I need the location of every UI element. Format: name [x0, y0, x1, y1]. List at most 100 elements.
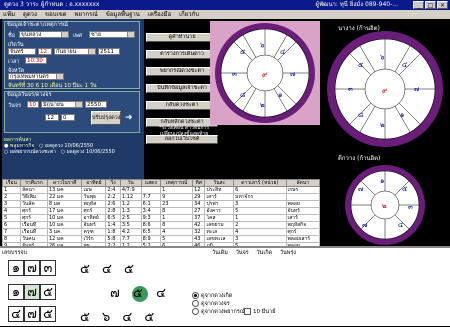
- table-cell: 12 มค: [46, 235, 83, 243]
- birth-summary: จันทร์ที่ 30 6 10 เดือน 10 ปีมะ 1 วัน: [8, 83, 97, 89]
- table-row[interactable]: 6 เรือนที่ 10 มค จันทร์ 1:4 3:5 8:6 8 42 เลขยาม 2 พ…: [1, 221, 321, 229]
- save-owner-button[interactable]: บันทึกข้อมูลเจ้าชะตา: [146, 84, 218, 93]
- close-button[interactable]: ×: [437, 1, 448, 9]
- col-header[interactable]: ดาวเสาร์ (หน่วย): [233, 179, 287, 187]
- table-row[interactable]: 7 เรือนที่ 3 มค ครุฑ 1:8 4:2 6:5 4 32 ทะเล 4 ศุกร์: [1, 228, 321, 236]
- radio-predict[interactable]: ดูจากดวงพยากรณ์: [192, 308, 245, 316]
- birth-year-field[interactable]: 2511: [98, 48, 120, 55]
- table-cell: 2: [1, 193, 22, 201]
- table-row[interactable]: 8 วันคน 12 มค เวิร์ก 5:8 7:7 8:9 5 43 เลขทะเล 3 พลอ…: [1, 235, 321, 243]
- svg-text:๑: ๑: [400, 111, 404, 119]
- maximize-button[interactable]: □: [425, 1, 436, 9]
- menu-file[interactable]: แฟ้ม: [0, 10, 18, 19]
- checkbox-10[interactable]: 10 มีนาย์: [244, 308, 275, 316]
- table-cell: 9: [160, 193, 194, 201]
- highlight-number: ๕: [131, 286, 148, 302]
- grid-cell: ๕: [40, 306, 56, 322]
- menu-base-data[interactable]: ข้อมูลพื้นฐาน: [103, 10, 143, 19]
- table-cell: 5:8: [105, 235, 121, 243]
- number-cell: ๕: [123, 262, 138, 277]
- svg-text:๔: ๔: [402, 61, 407, 69]
- col-header[interactable]: อาทิตย์: [81, 179, 107, 187]
- checkbox-icon: [244, 308, 251, 315]
- menu-scope[interactable]: ขอบเขต: [42, 10, 70, 19]
- table-cell: เสาร์: [204, 193, 235, 201]
- table-row[interactable]: 4 ศุกร์ 17 มค ศุกร์ 2:8 1:3 3:4 8 27 อังคาร 5 จันทร…: [1, 207, 321, 215]
- update-chart-button[interactable]: ปรับปรุงดวง: [91, 111, 121, 125]
- birth-date-field[interactable]: 12: [38, 48, 52, 55]
- birth-time-field[interactable]: 10:30: [25, 57, 47, 64]
- table-cell: 4:2: [119, 228, 142, 236]
- svg-text:๕: ๕: [358, 61, 363, 69]
- checkbox-label: 10 มีนาย์: [253, 309, 276, 315]
- table-cell: 8 มค: [46, 200, 83, 208]
- grid-cell: ๑: [8, 260, 24, 276]
- table-cell: 3 มค: [46, 228, 83, 236]
- view-prediction-button[interactable]: ดูคำทำนาย: [146, 33, 218, 42]
- menu-tools[interactable]: เครื่องมือ: [145, 10, 174, 19]
- transit-hour-field[interactable]: 12: [45, 114, 59, 121]
- name-field[interactable]: ขุนหลวง: [19, 31, 69, 38]
- table-row[interactable]: 5 ศุกร์ 10 มค อาทิตย์ 6:5 2:5 9:3 1 37 โคส 1 เสาร์: [1, 214, 321, 222]
- table-row[interactable]: 1 ลัคนา 13 มค เมษ 2:4 4/7:9 1 12 ประสิท 6 เกษร: [1, 186, 321, 194]
- menu-predict[interactable]: พยากรณ์: [72, 10, 101, 19]
- svg-text:๓: ๓: [348, 85, 353, 93]
- menu-view-chart[interactable]: ดูดวง: [20, 10, 40, 19]
- birth-chart-wheel: ๖๔๗ ๑๒ ๘ ๓ ๕๙: [210, 21, 320, 125]
- table-cell: เวิร์ก: [81, 235, 107, 243]
- table-cell: พฤหัสกิจ: [285, 221, 321, 229]
- col-header[interactable]: วัน: [119, 179, 142, 187]
- transit-year-value: 2550: [87, 102, 101, 108]
- birth-time-value: 10:30: [27, 58, 43, 64]
- transit-minute-field[interactable]: 0: [61, 114, 75, 121]
- owner-group-title: ข้อมูลเจ้าชะตา/เหตุการณ์: [7, 22, 69, 28]
- menu-about[interactable]: เกี่ยวกับ: [176, 10, 202, 19]
- sex-label: เพศ: [73, 33, 82, 39]
- table-cell: เลขทะเล: [204, 235, 235, 243]
- table-row[interactable]: 3 วันลัค 8 มค พฤหัส 2:6 1:2 6:1 23 34 ปุรพา 3 พลอย: [1, 200, 321, 208]
- col-header[interactable]: ทิศ: [192, 179, 206, 187]
- planet-table-button[interactable]: ตารางการเดินดาว: [146, 50, 218, 59]
- table-cell: ครุฑ: [81, 228, 107, 236]
- transit-date-value: 10: [29, 102, 36, 108]
- table-cell: 4: [160, 228, 194, 236]
- transit-month-select[interactable]: มิถุนายน: [41, 101, 83, 108]
- table-row[interactable]: 2 วิธีเพิ่ม 22 มค วันพุธ 2:2 1:12 7:7 9 29 เสาร์ม…: [1, 193, 321, 201]
- flip-chart-button[interactable]: กลับดวงชะตา: [146, 101, 218, 110]
- radio-transit[interactable]: ดูจากดวงจร: [192, 300, 230, 308]
- table-cell: อังคาร: [204, 207, 235, 215]
- birth-month-select[interactable]: กันยายน: [54, 48, 96, 55]
- col-header[interactable]: เหตุการณ์: [160, 179, 194, 187]
- window-title: ดูดวง 3 วาระ ผู้กำหนด : อ.xxxxxxx: [4, 1, 100, 8]
- table-cell: 3: [233, 200, 287, 208]
- table-cell: พลอยเสาร์: [285, 235, 321, 243]
- transit-year-field[interactable]: 2550: [85, 101, 107, 108]
- table-cell: 5: [1, 214, 22, 222]
- transit-date-field[interactable]: 10: [27, 101, 39, 108]
- table-cell: 1:2: [119, 200, 142, 208]
- bottom-panel: เลขบรรจบ วันเดิม วันจร วันเกิด วันพรุ่ง …: [0, 246, 450, 326]
- table-cell: 3: [1, 200, 22, 208]
- table-cell: 17 มค: [46, 207, 83, 215]
- birth-day-select[interactable]: จันทร์: [8, 48, 36, 55]
- col-header[interactable]: ราศีแรก: [20, 179, 48, 187]
- radio-birth[interactable]: ดูจากดวงเกิด: [192, 292, 232, 300]
- table-cell: 8: [160, 207, 194, 215]
- time-label: เวลา: [8, 59, 20, 65]
- predict-chart-button[interactable]: พยากรณ์ดวงชะตา: [146, 67, 218, 76]
- col-header[interactable]: แสดง: [140, 179, 162, 187]
- table-cell: วันพุธ: [81, 193, 107, 201]
- minimize-button[interactable]: _: [413, 1, 424, 9]
- col-header[interactable]: วันสะ: [204, 179, 235, 187]
- table-cell: 6:5: [140, 228, 162, 236]
- col-header[interactable]: วิ่ง: [105, 179, 121, 187]
- col-header[interactable]: ดาวในราศี: [46, 179, 83, 187]
- province-select[interactable]: กรุงเทพมหานคร: [8, 73, 64, 80]
- list-item[interactable]: ○ ผลพยากรณ์ดวงชะตา ○ ผลดูดวง 10/06/2550: [2, 149, 144, 155]
- col-header[interactable]: เรือน: [1, 179, 22, 187]
- natal-wheel-svg: ๖๔๗ ๑๒ ๘ ๓ ๕๙: [327, 31, 443, 147]
- owner-group: ข้อมูลเจ้าชะตา/เหตุการณ์ ชื่อ ขุนหลวง เพ…: [4, 21, 140, 89]
- col-header[interactable]: ลัคนา: [285, 179, 321, 187]
- sex-select[interactable]: ชาย: [89, 31, 135, 38]
- table-cell: 4/7:9: [119, 186, 142, 194]
